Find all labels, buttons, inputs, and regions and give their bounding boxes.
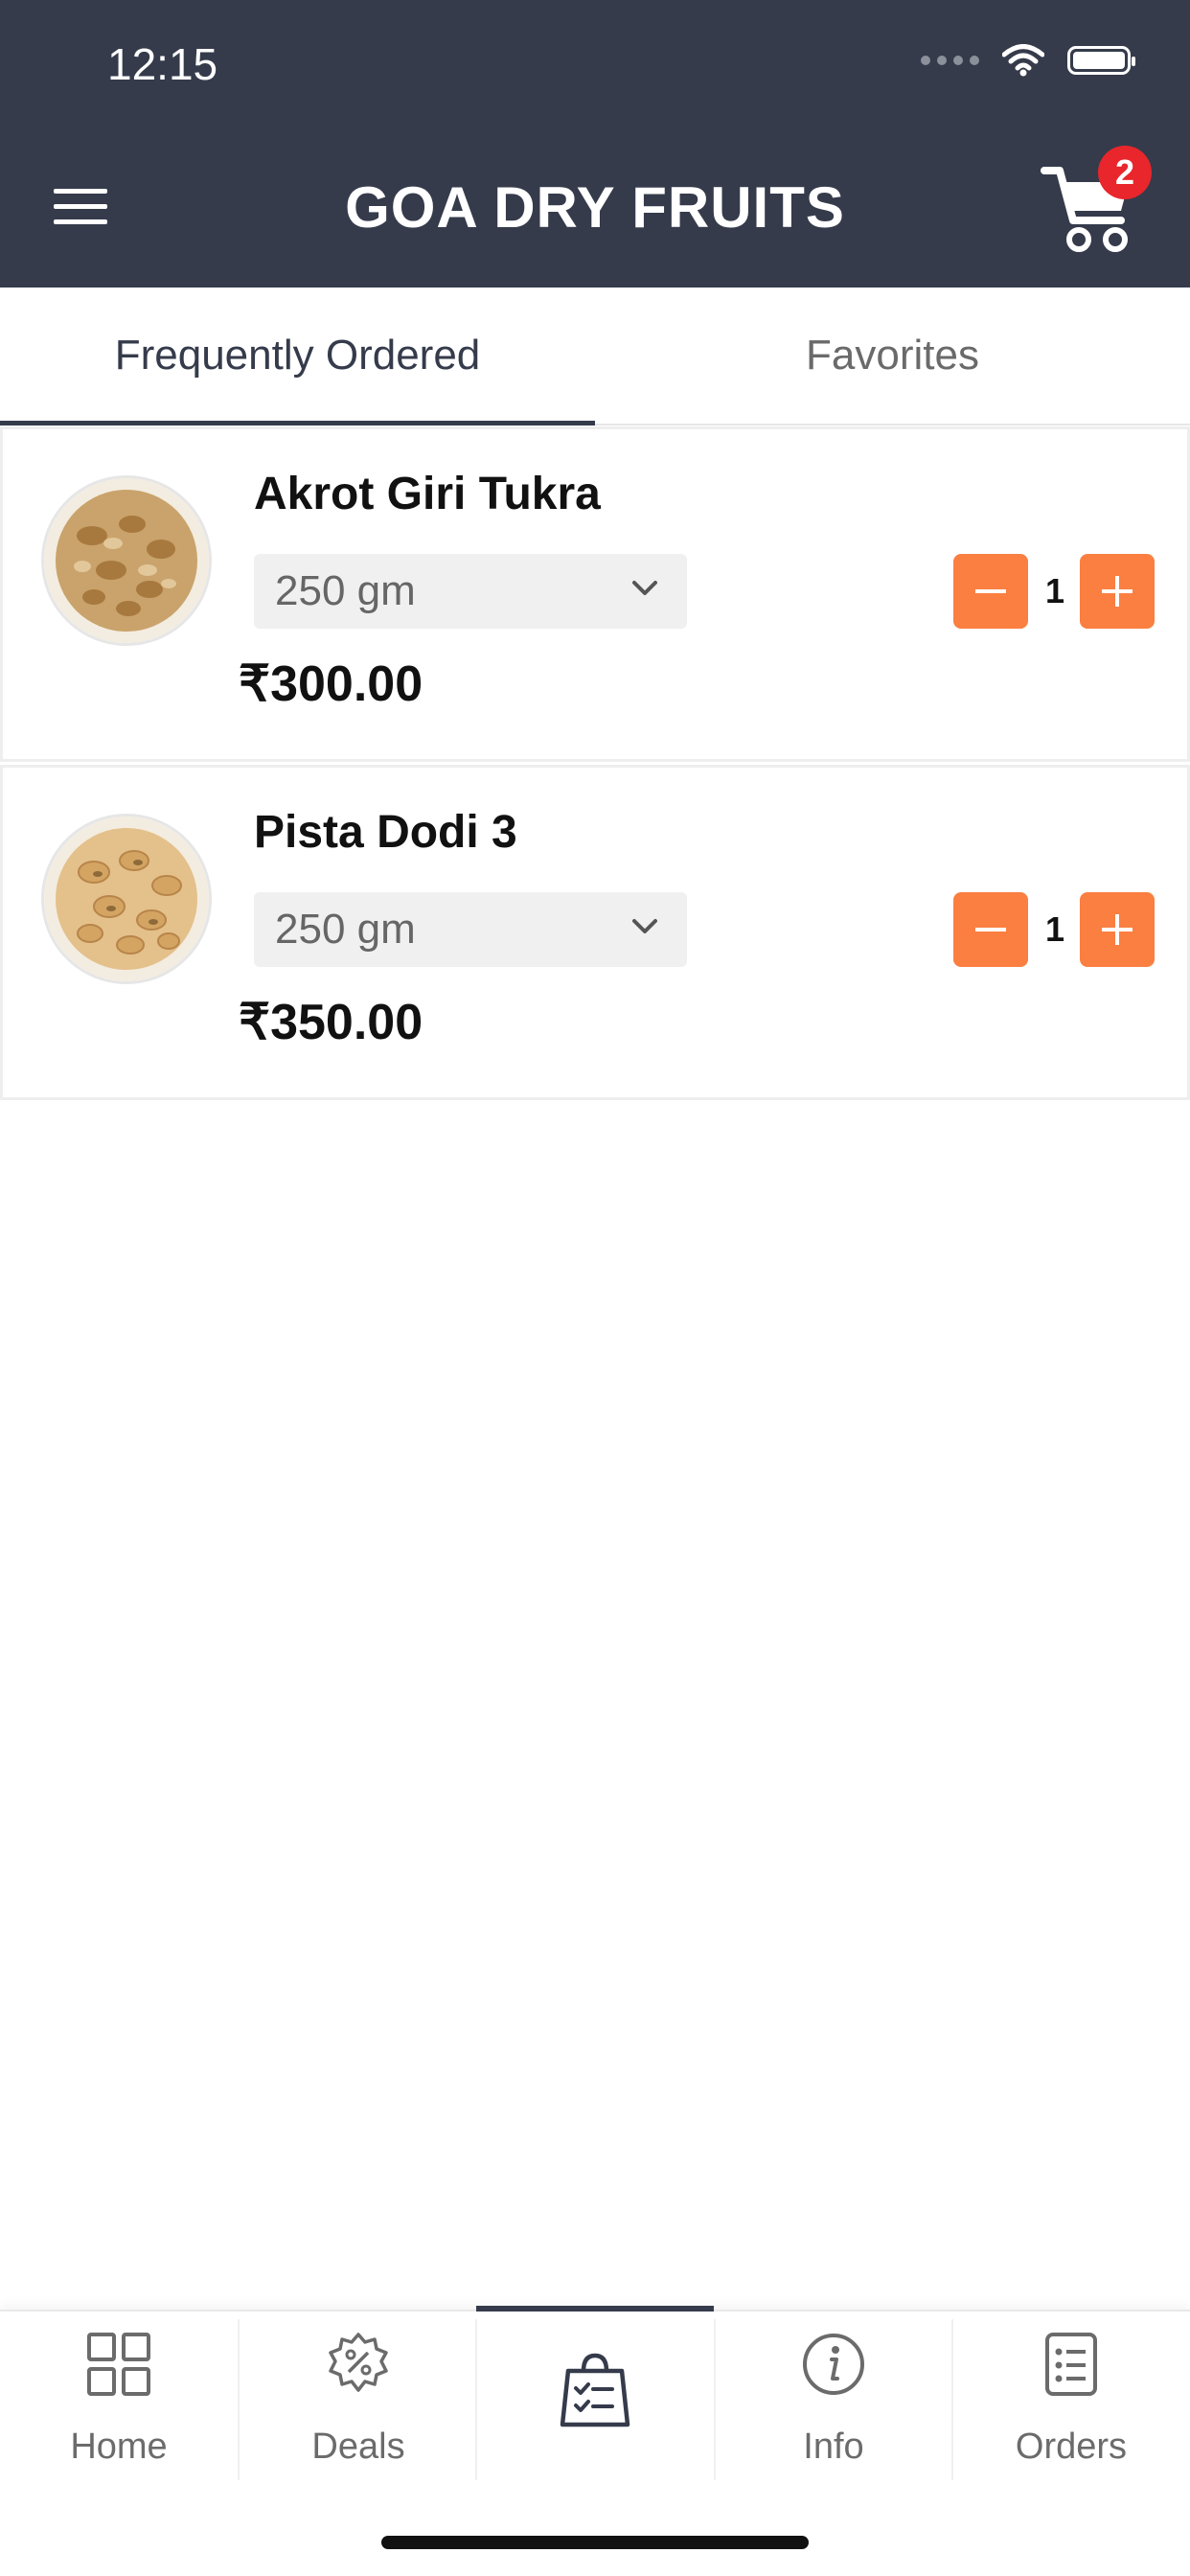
tab-frequently-ordered[interactable]: Frequently Ordered [0, 288, 595, 424]
wifi-icon [1002, 44, 1044, 77]
nav-orders[interactable]: Orders [952, 2312, 1190, 2488]
app-header: 12:15 GOA DRY FRUITS 2 [0, 0, 1190, 288]
nav-label-info: Info [803, 2426, 864, 2467]
app-title: GOA DRY FRUITS [345, 175, 845, 240]
weight-value: 250 gm [275, 567, 416, 614]
plus-icon [1102, 576, 1133, 607]
product-card: Akrot Giri Tukra 250 gm ₹300.00 1 [0, 426, 1190, 762]
bottom-navigation: Home Deals Info Orders [0, 2306, 1190, 2488]
decrease-quantity-button[interactable] [953, 554, 1028, 629]
nav-info[interactable]: Info [715, 2312, 952, 2488]
chevron-down-icon [632, 919, 657, 933]
weight-select[interactable]: 250 gm [254, 554, 687, 629]
chevron-down-icon [632, 581, 657, 595]
nav-home[interactable]: Home [0, 2312, 238, 2488]
product-price: ₹300.00 [239, 656, 423, 712]
minus-icon [975, 589, 1006, 593]
shopping-bag-checklist-icon [560, 2353, 630, 2427]
product-image-pistachio[interactable] [41, 814, 212, 984]
tab-favorites[interactable]: Favorites [595, 288, 1190, 424]
signal-icon [921, 56, 979, 65]
nav-deals[interactable]: Deals [240, 2312, 477, 2488]
plus-icon [1102, 914, 1133, 945]
status-time: 12:15 [107, 39, 218, 89]
weight-value: 250 gm [275, 906, 416, 953]
nav-label-home: Home [70, 2426, 168, 2467]
status-icons [921, 44, 1135, 77]
decrease-quantity-button[interactable] [953, 892, 1028, 967]
nav-shopping-list[interactable] [476, 2312, 714, 2488]
battery-icon [1067, 46, 1135, 75]
nav-label-deals: Deals [311, 2426, 405, 2467]
grid-icon [87, 2333, 150, 2396]
quantity-value: 1 [1044, 909, 1065, 949]
product-image-walnut[interactable] [41, 475, 212, 646]
orders-list-icon [1045, 2333, 1097, 2396]
weight-select[interactable]: 250 gm [254, 892, 687, 967]
cart-badge: 2 [1098, 146, 1152, 199]
product-card: Pista Dodi 3 250 gm ₹350.00 1 [0, 765, 1190, 1100]
increase-quantity-button[interactable] [1080, 892, 1155, 967]
product-name[interactable]: Akrot Giri Tukra [254, 468, 601, 520]
quantity-value: 1 [1044, 571, 1065, 610]
product-name[interactable]: Pista Dodi 3 [254, 806, 517, 859]
home-indicator[interactable] [381, 2536, 809, 2549]
active-tab-indicator [0, 421, 595, 426]
discount-badge-icon [329, 2333, 388, 2392]
tab-bar: Frequently Ordered Favorites [0, 288, 1190, 426]
info-icon [803, 2334, 864, 2395]
increase-quantity-button[interactable] [1080, 554, 1155, 629]
minus-icon [975, 928, 1006, 932]
nav-label-orders: Orders [1015, 2426, 1128, 2467]
product-price: ₹350.00 [239, 995, 423, 1050]
